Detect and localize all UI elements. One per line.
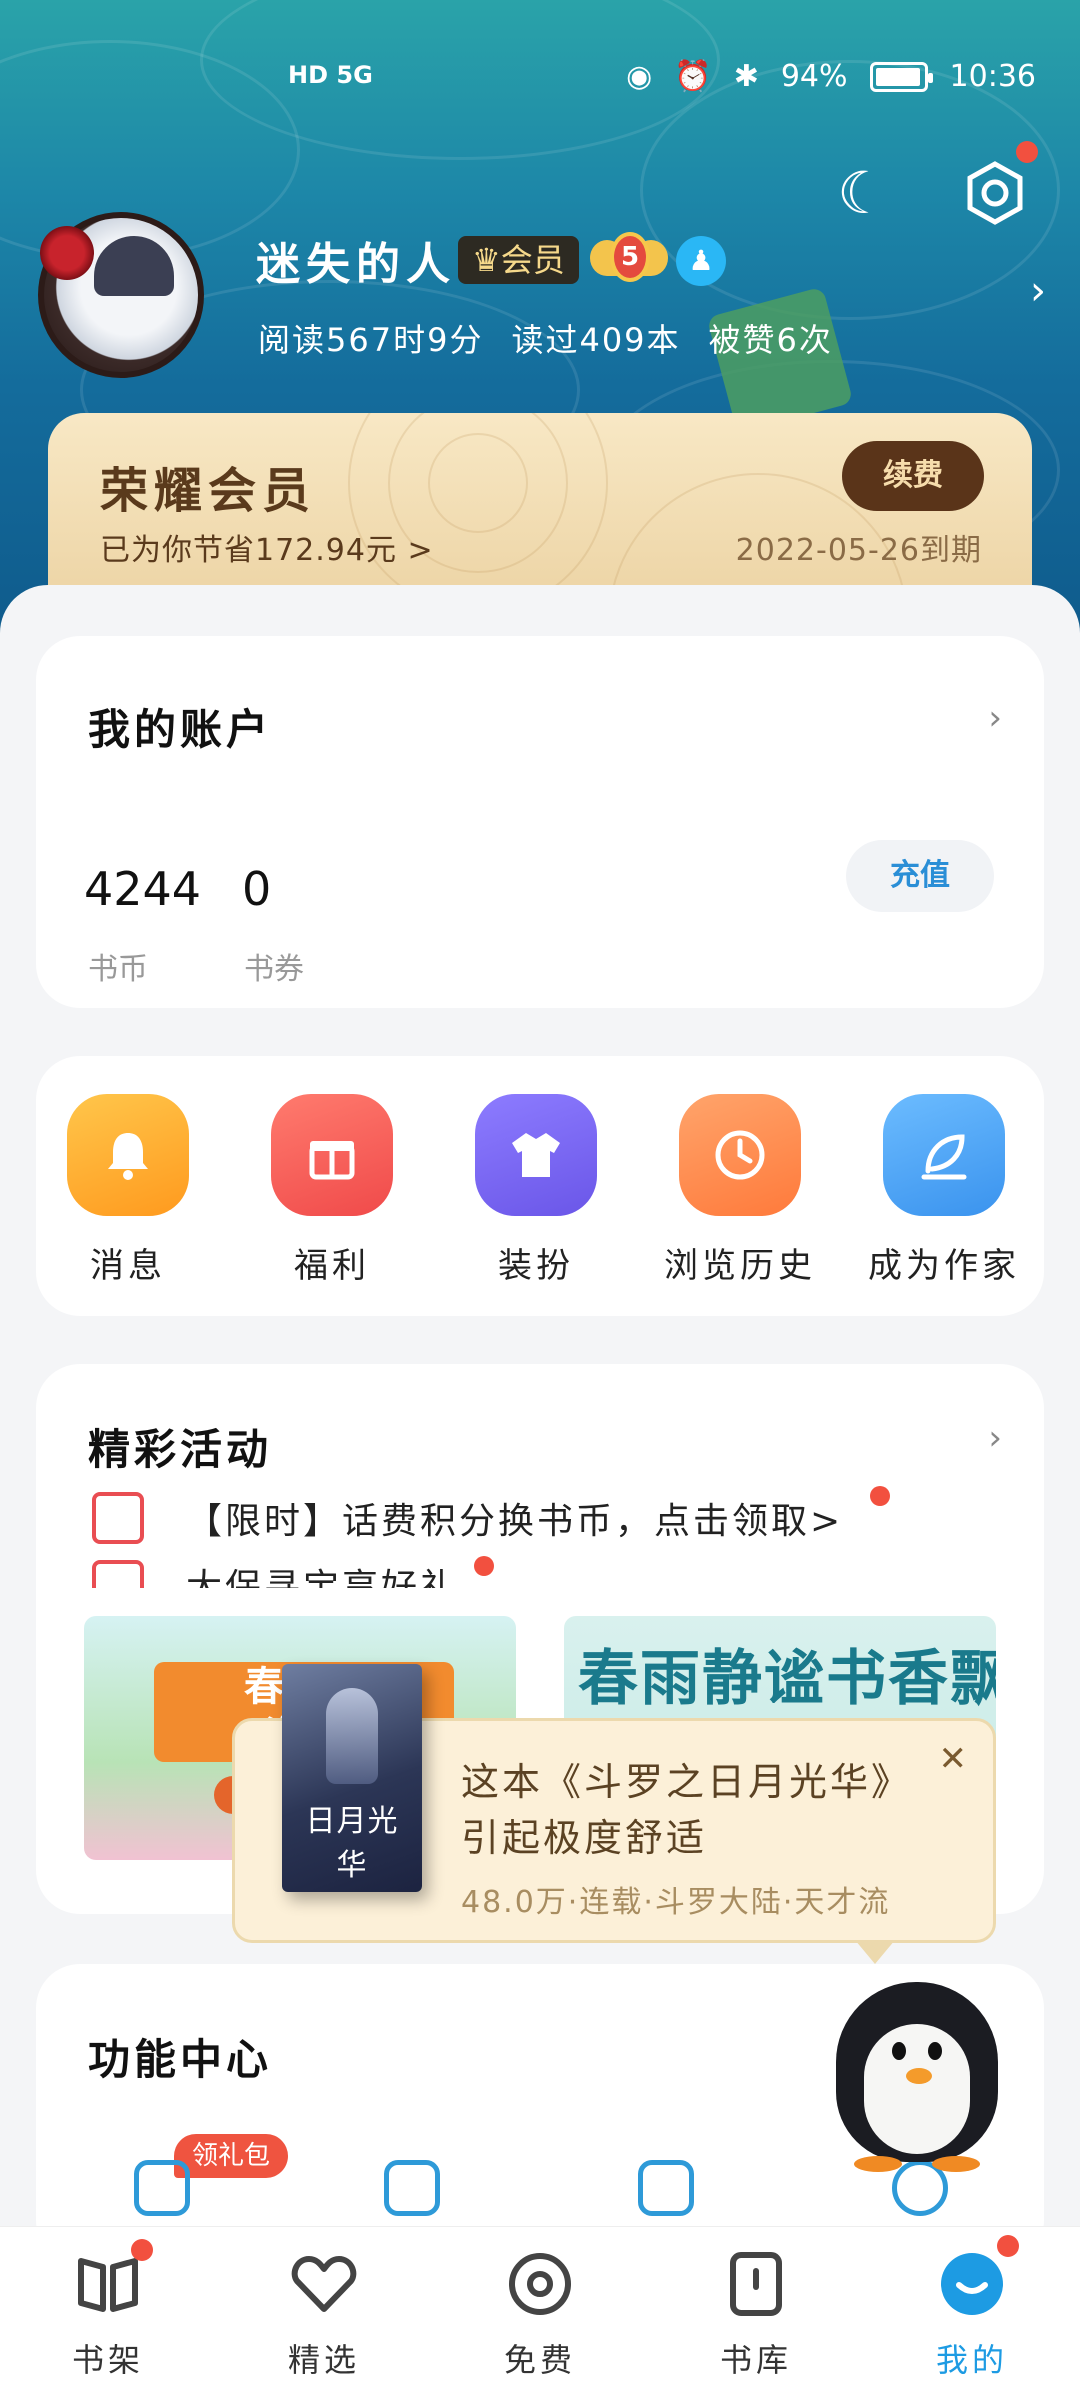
activities-chevron-icon[interactable]: › [988, 1418, 1002, 1458]
vip-card[interactable]: 荣耀会员 已为你节省172.94元 > 2022-05-26到期 续费 [48, 413, 1032, 613]
coin-label: 书币 [88, 952, 148, 987]
tab-dot [997, 2235, 1019, 2257]
quick-action-history[interactable]: 浏览历史 [640, 1094, 840, 1287]
shirt-icon [475, 1094, 597, 1216]
vip-savings[interactable]: 已为你节省172.94元 > [100, 525, 434, 569]
vip-title: 荣耀会员 [100, 463, 317, 519]
pouch-icon [92, 1560, 144, 1588]
tab-library[interactable]: 书库 [676, 2249, 836, 2381]
bookshelf-icon [73, 2239, 153, 2319]
heart-icon [289, 2249, 359, 2319]
profile-icon [937, 2235, 1019, 2319]
alarm-icon: ⏰ [674, 59, 712, 94]
eye-icon: ◉ [626, 59, 653, 94]
username[interactable]: 迷失的人 [256, 228, 456, 292]
feather-icon [883, 1094, 1005, 1216]
account-title: 我的账户 [88, 705, 273, 754]
recharge-button[interactable]: 充值 [846, 840, 994, 912]
popup-meta: 48.0万·连载·斗罗大陆·天才流 [461, 1885, 891, 1920]
activity-item[interactable]: 大保寻宝享好礼 [186, 1558, 459, 1588]
clock-icon [679, 1094, 801, 1216]
settings-notification-dot [1016, 141, 1038, 163]
quick-action-welfare[interactable]: 福利 [232, 1094, 432, 1287]
tab-dot [131, 2239, 153, 2261]
settings-icon[interactable] [960, 158, 1030, 228]
activities-title: 精彩活动 [88, 1425, 273, 1474]
bell-icon [67, 1094, 189, 1216]
vip-expiry: 2022-05-26到期 [735, 533, 982, 568]
chat-icon[interactable] [384, 2160, 440, 2216]
network-indicator: HD 5G [288, 61, 373, 89]
quick-action-messages[interactable]: 消息 [28, 1094, 228, 1287]
book-icon [721, 2249, 791, 2319]
level-badge: 5 [590, 232, 668, 288]
tab-mine[interactable]: 我的 [892, 2235, 1052, 2381]
avatar[interactable] [38, 212, 204, 378]
voucher-balance[interactable]: 0 [242, 862, 271, 916]
quick-action-dressup[interactable]: 装扮 [436, 1094, 636, 1287]
close-icon[interactable]: ✕ [939, 1739, 968, 1779]
activity-item[interactable]: 【限时】话费积分换书币，点击领取> [186, 1492, 843, 1544]
account-chevron-icon[interactable]: › [988, 698, 1002, 738]
renew-button[interactable]: 续费 [842, 441, 984, 511]
activity-dot [474, 1556, 494, 1576]
level-icon[interactable] [134, 2160, 190, 2216]
tab-bookshelf[interactable]: 书架 [28, 2239, 188, 2381]
popup-line1: 这本《斗罗之日月光华》 [461, 1760, 913, 1804]
activity-dot [870, 1486, 890, 1506]
popup-line2: 引起极度舒适 [461, 1816, 708, 1860]
book-cover[interactable]: 日月光华 [282, 1664, 422, 1892]
gift-icon [271, 1094, 393, 1216]
night-mode-icon[interactable]: ☾ [828, 158, 898, 228]
battery-percent: 94% [780, 59, 848, 94]
clock-time: 10:36 [949, 59, 1036, 94]
target-icon [505, 2249, 575, 2319]
function-center-title: 功能中心 [88, 2035, 273, 2084]
gift-pack-tag[interactable]: 领礼包 [174, 2134, 288, 2178]
quick-action-become-writer[interactable]: 成为作家 [844, 1094, 1044, 1287]
tab-featured[interactable]: 精选 [244, 2249, 404, 2381]
qq-icon: ♟ [676, 236, 726, 286]
profile-chevron-icon[interactable]: › [1030, 268, 1046, 314]
penguin-mascot[interactable] [824, 1972, 1010, 2172]
reading-stats: 阅读567时9分 读过409本 被赞6次 [258, 321, 833, 359]
quick-actions-card: 消息 福利 装扮 浏览历史 成为作家 [36, 1056, 1044, 1316]
coin-balance[interactable]: 4244 [84, 862, 201, 916]
diamond-icon[interactable] [638, 2160, 694, 2216]
tab-free[interactable]: 免费 [460, 2249, 620, 2381]
status-bar: HD 5G ◉ ⏰ ✱ 94% 10:36 [0, 55, 1080, 105]
battery-icon [869, 61, 933, 92]
account-card: 我的账户 › 4244 书币 0 书券 充值 [36, 636, 1044, 1008]
bottom-tab-bar: 书架 精选 免费 书库 我的 [0, 2226, 1080, 2400]
pouch-icon [92, 1492, 144, 1544]
vip-badge: ♛会员 [458, 236, 579, 284]
voucher-label: 书券 [244, 952, 304, 987]
bluetooth-icon: ✱ [733, 59, 759, 94]
